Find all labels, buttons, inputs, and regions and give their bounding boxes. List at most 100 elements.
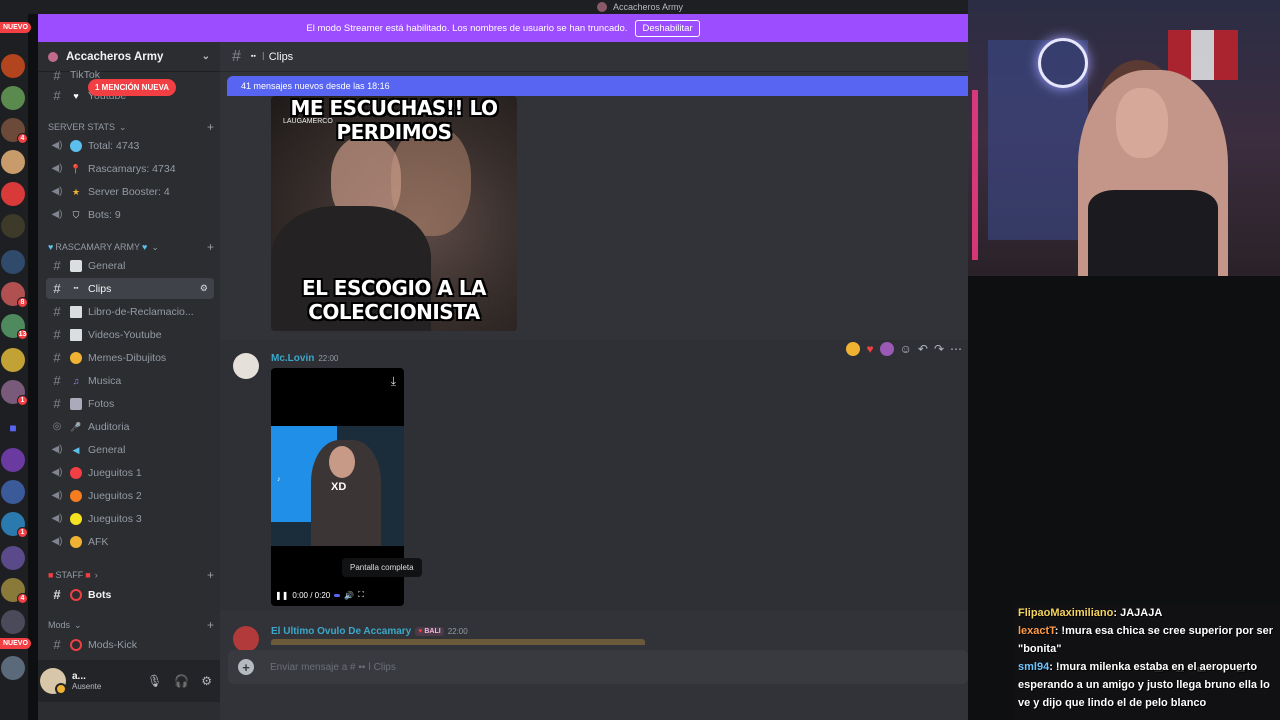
add-channel-icon[interactable]: + — [207, 240, 214, 254]
server-icon-5[interactable] — [1, 182, 25, 206]
message-author[interactable]: Mc.Lovin 22:00 — [271, 353, 338, 364]
category-rascamary-army[interactable]: ♥ RASCAMARY ARMY ♥ ⌄ + — [48, 240, 214, 254]
disable-streamer-button[interactable]: Deshabilitar — [635, 19, 700, 37]
message-timestamp: 22:00 — [318, 354, 339, 363]
channel-fotos[interactable]: # Fotos — [46, 393, 214, 414]
reply-icon[interactable]: ↶ — [918, 342, 928, 356]
fullscreen-icon[interactable]: ⛶ — [358, 590, 364, 600]
stat-total[interactable]: ◀) Total: 4743 — [46, 135, 214, 156]
devil-react-icon[interactable] — [879, 342, 894, 356]
headphones-icon[interactable]: 🎧 — [174, 674, 189, 688]
server-icon-15[interactable] — [1, 546, 25, 570]
server-icon-3[interactable]: 4 — [1, 118, 28, 144]
server-icon-11[interactable]: 1 — [1, 380, 28, 406]
channel-general[interactable]: # General — [46, 255, 214, 276]
screen: Accacheros Army NUEVO 4 8 13 1 ■ 1 4 NUE… — [0, 0, 1280, 720]
server-icon-9[interactable]: 13 — [1, 314, 28, 340]
orange-circle-icon — [70, 489, 82, 502]
voice-afk[interactable]: ◀) AFK — [46, 531, 214, 552]
progress-bar[interactable] — [334, 593, 341, 597]
category-mods[interactable]: Mods ⌄ + — [48, 618, 214, 632]
channel-libro[interactable]: # Libro-de-Reclamacio... — [46, 301, 214, 322]
new-messages-bar[interactable]: 41 mensajes nuevos desde las 18:16 — [227, 76, 968, 96]
settings-icon[interactable]: ⚙ — [200, 283, 208, 294]
server-icon — [48, 51, 58, 62]
server-icon-8[interactable]: 8 — [1, 282, 28, 308]
folder-icon[interactable]: ■ — [1, 416, 25, 440]
chat-line: lexactT: !mura esa chica se cree superio… — [1018, 625, 1273, 655]
category-staff[interactable]: ■ STAFF ■ › + — [48, 568, 214, 582]
book-icon — [70, 305, 82, 318]
red-circle-icon — [70, 466, 82, 479]
server-icon-13[interactable] — [1, 480, 25, 504]
forward-icon[interactable]: ↷ — [934, 342, 944, 356]
volume-icon[interactable]: 🔊 — [344, 591, 354, 600]
avatar[interactable] — [233, 626, 259, 652]
add-reaction-icon[interactable]: ☺ — [900, 342, 912, 356]
heart-react-icon[interactable]: ♥ — [866, 342, 873, 356]
message-actions: ♥ ☺ ↶ ↷ ⋯ — [846, 342, 962, 356]
message-composer[interactable]: + Enviar mensaje a # ▪▪ ǀ Clips — [228, 650, 968, 684]
add-channel-icon[interactable]: + — [207, 568, 214, 582]
star-icon: ★ — [71, 186, 81, 197]
server-icon-18[interactable] — [1, 656, 25, 680]
more-icon[interactable]: ⋯ — [950, 342, 962, 356]
category-server-stats[interactable]: SERVER STATS ⌄ + — [48, 120, 214, 134]
streamer-banner-text: El modo Streamer está habilitado. Los no… — [306, 22, 628, 34]
stat-rascamarys[interactable]: ◀) 📍 Rascamarys: 4734 — [46, 158, 214, 179]
new-mention-pill[interactable]: 1 MENCIÓN NUEVA — [88, 79, 177, 96]
stat-boosters[interactable]: ◀) ★ Server Booster: 4 — [46, 181, 214, 202]
stat-bots[interactable]: ◀) ⛉ Bots: 9 — [46, 204, 214, 225]
hash-icon: # — [53, 350, 61, 365]
ring-icon — [70, 588, 82, 601]
chat-line: sml94: !mura milenka estaba en el aeropu… — [1018, 661, 1270, 709]
stream-chat-overlay: ▭ ▭ ▭ ● ▭ FlipaoMaximiliano: JAJAJA lexactT:… — [1014, 604, 1280, 720]
laugh-react-icon[interactable] — [846, 342, 861, 356]
heart-icon: ♥ — [48, 242, 54, 252]
avatar[interactable] — [40, 668, 67, 695]
channel-clips[interactable]: # ▪▪ Clips ⚙ — [46, 278, 214, 299]
channel-mods-kick[interactable]: # Mods-Kick — [46, 634, 214, 655]
voice-jueguitos-1[interactable]: ◀) Jueguitos 1 — [46, 462, 214, 483]
mic-icon[interactable]: 🎙 — [147, 674, 162, 688]
stage-icon: ◎ — [52, 421, 62, 432]
message-author[interactable]: El Ultimo Ovulo De Accamary ♥ BALI 22:00 — [271, 626, 468, 637]
server-header[interactable]: Accacheros Army ⌄ — [38, 42, 220, 72]
server-icon-4[interactable] — [1, 150, 25, 174]
hash-icon: # — [53, 258, 61, 273]
channel-auditoria[interactable]: ◎ 🎤 Auditoria — [46, 416, 214, 437]
chevron-down-icon: ⌄ — [74, 619, 82, 630]
server-icon-6[interactable] — [1, 214, 25, 238]
download-icon[interactable]: ⤓ — [391, 374, 396, 389]
server-icon-16[interactable]: 4 — [1, 578, 28, 604]
channel-memes[interactable]: # Memes-Dibujitos — [46, 347, 214, 368]
server-icon-1[interactable] — [1, 54, 25, 78]
channel-header: # ▪▪ ǀ Clips — [220, 42, 968, 72]
hash-icon: # — [53, 327, 61, 342]
channel-bots[interactable]: # Bots — [46, 584, 214, 605]
server-icon-7[interactable] — [1, 250, 25, 274]
gear-icon[interactable]: ⚙ — [201, 674, 212, 688]
speaker-icon: ◀ — [72, 444, 80, 455]
channel-musica[interactable]: # ♫ Musica — [46, 370, 214, 391]
server-icon-2[interactable] — [1, 86, 25, 110]
add-channel-icon[interactable]: + — [207, 120, 214, 134]
add-attachment-icon[interactable]: + — [238, 659, 254, 675]
server-icon-17[interactable] — [1, 610, 25, 634]
add-channel-icon[interactable]: + — [207, 618, 214, 632]
hash-icon: # — [53, 281, 61, 296]
server-icon-12[interactable] — [1, 448, 25, 472]
avatar[interactable] — [233, 353, 259, 379]
tv-icon — [70, 328, 82, 341]
voice-jueguitos-2[interactable]: ◀) Jueguitos 2 — [46, 485, 214, 506]
sleep-emoji-icon — [70, 535, 82, 548]
channel-videos-youtube[interactable]: # Videos-Youtube — [46, 324, 214, 345]
voice-jueguitos-3[interactable]: ◀) Jueguitos 3 — [46, 508, 214, 529]
server-icon-14[interactable]: 1 — [1, 512, 28, 538]
voice-general[interactable]: ◀) ◀ General — [46, 439, 214, 460]
pause-icon[interactable]: ❚❚ — [275, 591, 288, 600]
server-icon-10[interactable] — [1, 348, 25, 372]
music-icon: ♫ — [72, 375, 80, 386]
meme-image[interactable]: ME ESCUCHAS!! LO PERDIMOS LAUGAMERCO EL … — [271, 96, 517, 331]
hash-icon: # — [232, 47, 241, 65]
